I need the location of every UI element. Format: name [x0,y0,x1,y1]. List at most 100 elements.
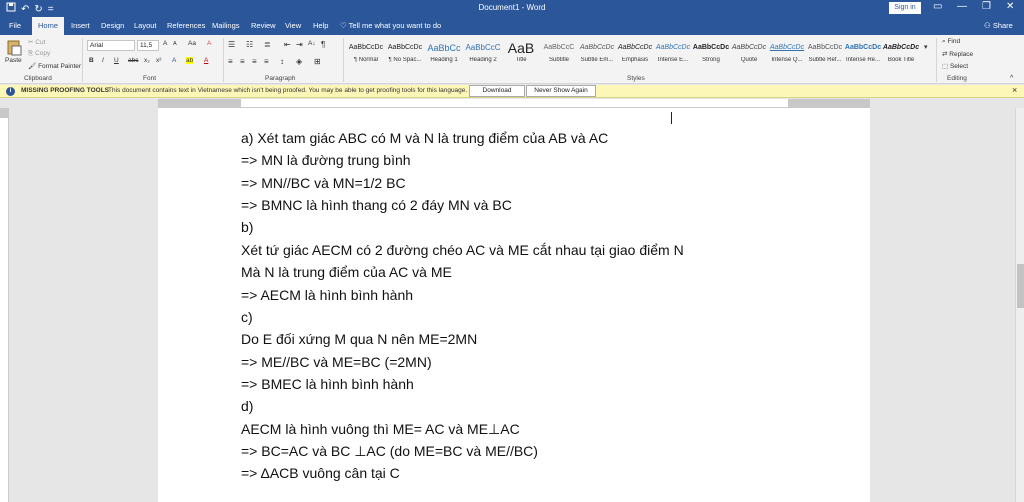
align-right-icon[interactable]: ≡ [252,57,257,66]
style-preview: AaBbCc [427,43,461,53]
style-intense-emphasis[interactable]: AaBbCcDc Intense E... [654,39,692,69]
ribbon-display-icon[interactable]: ▭ [933,1,942,12]
tab-layout[interactable]: Layout [134,17,157,35]
bold-button[interactable]: B [89,57,94,64]
tab-home[interactable]: Home [32,17,65,35]
copy-button[interactable]: ⎘ Copy [28,50,50,58]
change-case-icon[interactable]: Aa [188,40,196,47]
subscript-button[interactable]: x₂ [144,57,150,64]
vertical-scrollbar[interactable] [1015,108,1024,502]
document-line[interactable]: => AECM là hình bình hành [241,287,413,303]
replace-button[interactable]: ⇄ Replace [942,50,973,58]
bullets-icon[interactable]: ☰ [228,40,235,49]
document-line[interactable]: => MN//BC và MN=1/2 BC [241,175,406,191]
document-line[interactable]: d) [241,398,253,414]
increase-indent-icon[interactable]: ⇥ [296,40,303,49]
document-line[interactable]: b) [241,219,253,235]
share-button[interactable]: ⚇ Share [984,17,1013,35]
underline-button[interactable]: U [114,57,119,64]
cut-button[interactable]: ✂ Cut [28,38,45,46]
collapse-ribbon-icon[interactable]: ^ [1010,75,1013,82]
style-intense-reference[interactable]: AaBbCcDc Intense Re... [844,39,882,69]
shrink-font-icon[interactable]: A [173,41,177,47]
document-line[interactable]: Xét tứ giác AECM có 2 đường chéo AC và M… [241,242,684,258]
paste-icon[interactable] [5,38,25,56]
scrollbar-thumb[interactable] [1017,264,1024,308]
document-line[interactable]: => BMNC là hình thang có 2 đáy MN và BC [241,197,512,213]
show-marks-icon[interactable]: ¶ [321,40,325,49]
document-line[interactable]: AECM là hình vuông thì ME= AC và ME⊥AC [241,421,520,438]
style-heading-1[interactable]: AaBbCc Heading 1 [425,39,463,69]
style-subtitle[interactable]: AaBbCcC Subtitle [540,39,578,69]
justify-icon[interactable]: ≡ [264,57,269,66]
tab-file[interactable]: File [9,17,21,35]
style-name: ¶ No Spac... [388,57,422,63]
font-name-select[interactable]: Arial [87,40,135,51]
strikethrough-button[interactable]: abc [128,57,138,64]
select-button[interactable]: ⬚ Select [942,62,968,70]
text-effects-icon[interactable]: A [172,57,176,64]
document-line[interactable]: => ME//BC và ME=BC (=2MN) [241,354,432,370]
style-subtle-emphasis[interactable]: AaBbCcDc Subtle Em... [578,39,616,69]
paste-button[interactable]: Paste [5,57,22,64]
download-button[interactable]: Download [469,85,525,97]
highlight-icon[interactable]: ab [186,57,194,64]
tab-help[interactable]: Help [313,17,328,35]
decrease-indent-icon[interactable]: ⇤ [284,40,291,49]
document-line[interactable]: Do E đối xứng M qua N nên ME=2MN [241,331,477,347]
numbering-icon[interactable]: ☷ [246,40,253,49]
document-page[interactable]: a) Xét tam giác ABC có M và N là trung đ… [158,108,870,502]
find-button[interactable]: ⌕ Find [942,38,960,46]
sort-icon[interactable]: A↓ [308,40,316,47]
document-line[interactable]: c) [241,309,253,325]
ruler-left-margin [158,99,241,108]
minimize-icon[interactable]: — [957,1,967,12]
tell-me-search[interactable]: ♡ Tell me what you want to do [340,17,441,35]
font-size-select[interactable]: 11,5 [137,40,159,51]
style-heading-2[interactable]: AaBbCcC Heading 2 [464,39,502,69]
format-painter-button[interactable]: 🖌 Format Painter [28,62,81,70]
style-normal[interactable]: AaBbCcDc ¶ Normal [347,39,385,69]
align-center-icon[interactable]: ≡ [240,57,245,66]
font-color-icon[interactable]: A [204,57,208,64]
restore-icon[interactable]: ❐ [982,1,991,12]
document-line[interactable]: a) Xét tam giác ABC có M và N là trung đ… [241,130,608,146]
style-book-title[interactable]: AaBbCcDc Book Title [882,39,920,69]
tab-review[interactable]: Review [251,17,276,35]
vertical-ruler[interactable] [0,108,9,502]
tab-mailings[interactable]: Mailings [212,17,240,35]
style-strong[interactable]: AaBbCcDc Strong [692,39,730,69]
style-name: Book Title [887,57,915,63]
tab-insert[interactable]: Insert [71,17,90,35]
tab-view[interactable]: View [285,17,301,35]
shading-icon[interactable]: ◈ [296,57,302,66]
superscript-button[interactable]: x² [156,57,161,64]
grow-font-icon[interactable]: A [163,40,167,47]
clear-formatting-icon[interactable]: A [207,40,211,47]
document-line[interactable]: Mà N là trung điểm của AC và ME [241,264,452,280]
multilevel-list-icon[interactable]: ≣ [264,40,271,49]
document-line[interactable]: => BC=AC và BC ⊥AC (do ME=BC và ME//BC) [241,443,538,460]
document-line[interactable]: => MN là đường trung bình [241,152,411,168]
borders-icon[interactable]: ⊞ [314,57,321,66]
ruler-top-margin [0,108,9,118]
tab-design[interactable]: Design [101,17,124,35]
close-icon[interactable]: ✕ [1006,1,1014,12]
horizontal-ruler[interactable] [158,99,870,108]
align-left-icon[interactable]: ≡ [228,57,233,66]
styles-more-icon[interactable]: ▾ [924,43,928,51]
style-title[interactable]: AaB Title [502,39,540,69]
line-spacing-icon[interactable]: ↕ [280,57,284,66]
document-line[interactable]: => BMEC là hình bình hành [241,376,414,392]
style-emphasis[interactable]: AaBbCcDc Emphasis [616,39,654,69]
style-no-spacing[interactable]: AaBbCcDc ¶ No Spac... [386,39,424,69]
close-message-icon[interactable]: × [1012,85,1017,95]
document-line[interactable]: => ΔACB vuông cân tại C [241,465,400,481]
never-show-again-button[interactable]: Never Show Again [526,85,596,97]
style-intense-quote[interactable]: AaBbCcDc Intense Q... [768,39,806,69]
style-quote[interactable]: AaBbCcDc Quote [730,39,768,69]
sign-in-button[interactable]: Sign in [889,2,921,14]
italic-button[interactable]: I [102,57,104,64]
style-subtle-reference[interactable]: AaBbCcDc Subtle Ref... [806,39,844,69]
tab-references[interactable]: References [167,17,205,35]
